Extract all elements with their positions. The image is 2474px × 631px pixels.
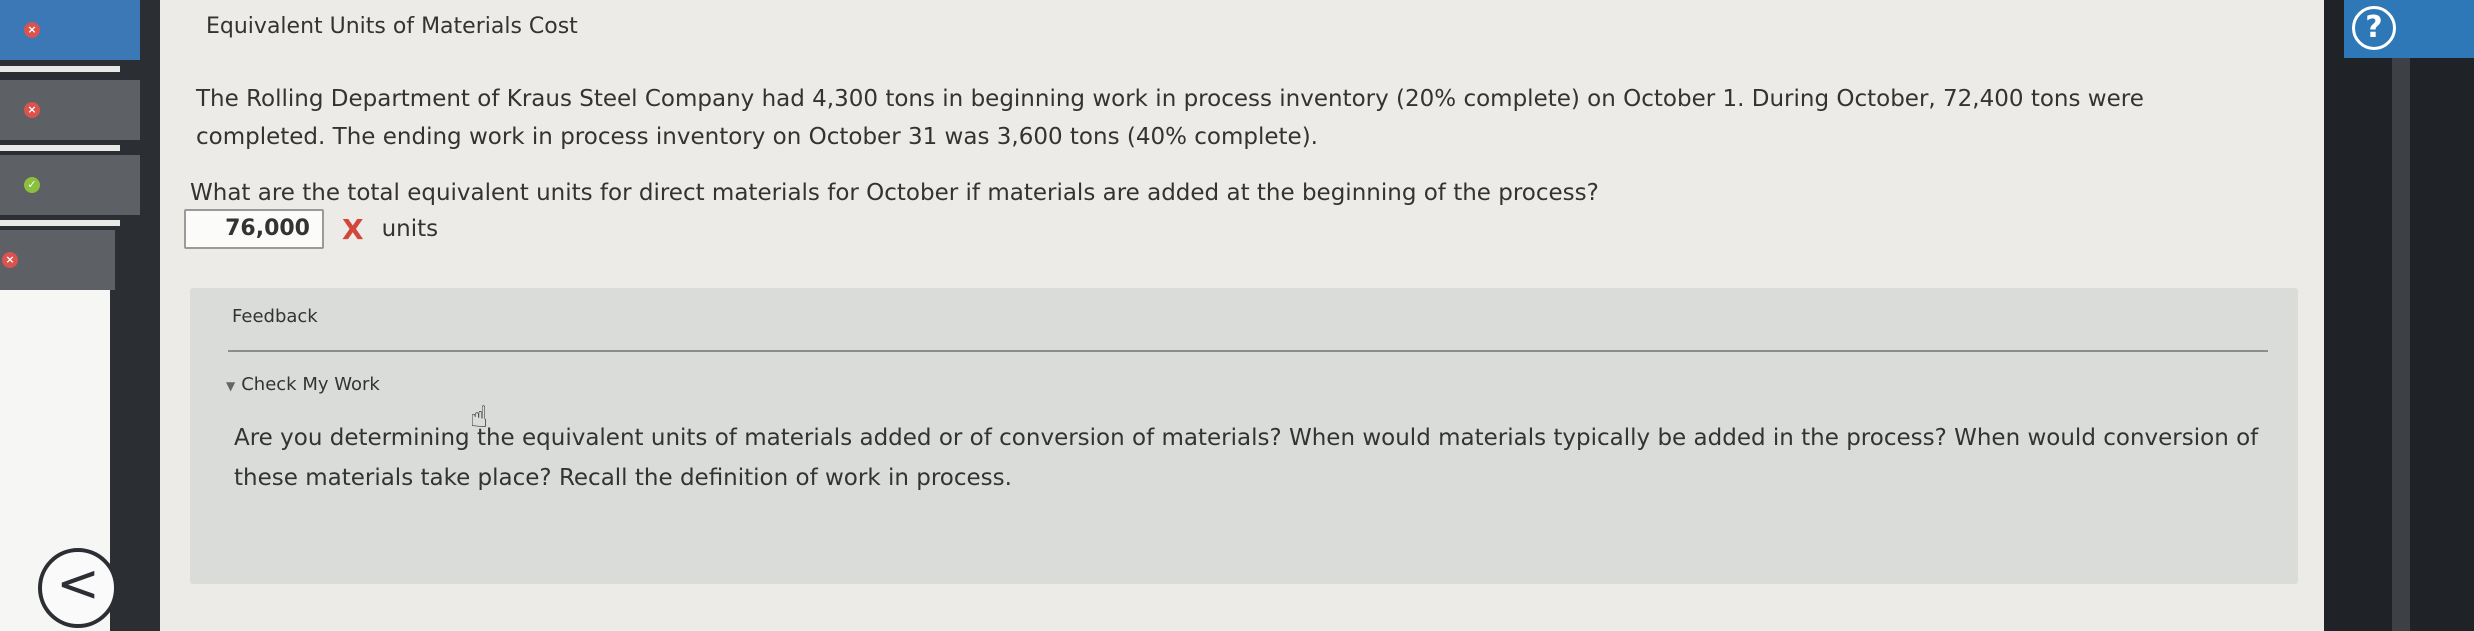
wrong-status-icon: × xyxy=(2,252,18,268)
nav-question-1[interactable]: × xyxy=(0,0,140,60)
rail-divider xyxy=(0,66,120,72)
answer-row: 76,000 X units xyxy=(184,207,438,251)
nav-question-2[interactable]: × xyxy=(0,80,140,140)
left-question-rail: × × ✓ × xyxy=(0,0,160,631)
incorrect-x-icon: X xyxy=(342,212,364,246)
question-text: What are the total equivalent units for … xyxy=(190,180,1599,206)
wrong-status-icon: × xyxy=(24,22,40,38)
feedback-divider xyxy=(228,350,2268,352)
feedback-text: Are you determining the equivalent units… xyxy=(234,425,2259,491)
feedback-label: Feedback xyxy=(232,306,318,327)
check-my-work-label: Check My Work xyxy=(241,374,380,395)
answer-input[interactable]: 76,000 xyxy=(184,209,324,249)
nav-question-3[interactable]: ✓ xyxy=(0,155,140,215)
problem-paragraph: The Rolling Department of Kraus Steel Co… xyxy=(196,86,2144,150)
nav-question-4[interactable]: × xyxy=(0,230,115,290)
problem-title: Equivalent Units of Materials Cost xyxy=(206,14,578,39)
feedback-panel: Feedback ▼ Check My Work Are you determin… xyxy=(190,288,2298,584)
rail-divider xyxy=(0,145,120,151)
wrong-status-icon: × xyxy=(24,102,40,118)
correct-status-icon: ✓ xyxy=(24,177,40,193)
hand-cursor-icon: ☝ xyxy=(470,400,489,435)
check-my-work-toggle[interactable]: ▼ Check My Work xyxy=(226,374,380,395)
back-arrow-icon[interactable]: < xyxy=(38,548,118,628)
answer-units-label: units xyxy=(381,216,439,242)
scroll-track[interactable] xyxy=(2392,58,2410,631)
help-icon[interactable]: ? xyxy=(2352,6,2396,50)
disclosure-triangle-icon: ▼ xyxy=(226,379,236,393)
rail-divider xyxy=(0,220,120,226)
right-rail: ? xyxy=(2324,0,2474,631)
